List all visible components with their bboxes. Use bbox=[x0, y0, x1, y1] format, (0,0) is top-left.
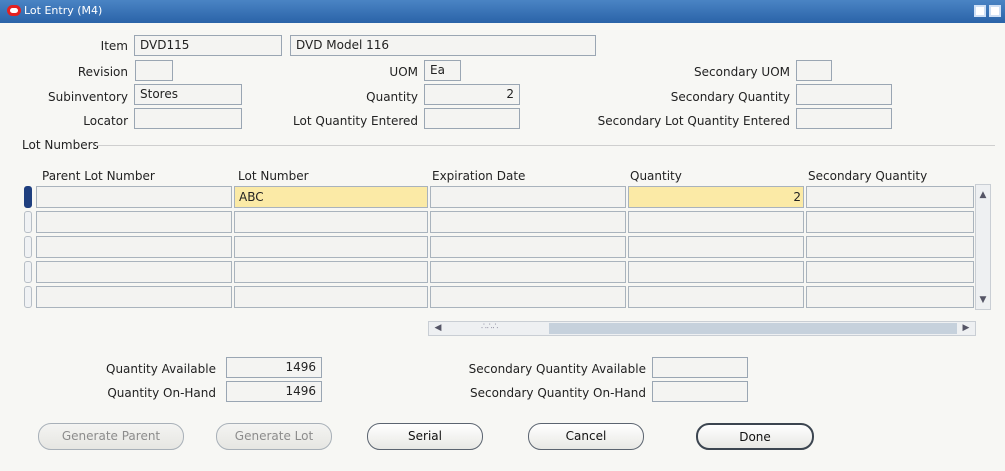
cancel-button[interactable]: Cancel bbox=[528, 423, 644, 450]
subinventory-field[interactable]: Stores bbox=[134, 84, 242, 105]
quantity-cell[interactable]: 2 bbox=[628, 186, 804, 208]
secondary-uom-label: Secondary UOM bbox=[694, 65, 790, 79]
maximize-icon[interactable] bbox=[989, 5, 1001, 17]
generate-lot-button[interactable]: Generate Lot bbox=[216, 423, 332, 450]
secondary-quantity-available-label: Secondary Quantity Available bbox=[468, 362, 646, 376]
quantity-available-field[interactable]: 1496 bbox=[226, 357, 322, 378]
window-title: Lot Entry (M4) bbox=[24, 4, 103, 17]
column-header-parent-lot: Parent Lot Number bbox=[42, 169, 155, 183]
expiration-date-cell[interactable] bbox=[430, 236, 626, 258]
scroll-right-icon[interactable]: ▶ bbox=[959, 322, 973, 335]
secondary-quantity-cell[interactable] bbox=[806, 211, 974, 233]
lot-quantity-entered-label: Lot Quantity Entered bbox=[293, 114, 418, 128]
done-button[interactable]: Done bbox=[696, 423, 814, 450]
quantity-cell[interactable] bbox=[628, 261, 804, 283]
quantity-available-label: Quantity Available bbox=[106, 362, 216, 376]
lot-number-cell[interactable]: ABC bbox=[234, 186, 428, 208]
oracle-logo-icon bbox=[7, 5, 21, 16]
item-field[interactable]: DVD115 bbox=[134, 35, 282, 56]
quantity-cell[interactable] bbox=[628, 286, 804, 308]
minimize-icon[interactable] bbox=[974, 5, 986, 17]
vertical-scrollbar[interactable]: ▲ ▼ bbox=[975, 184, 991, 310]
lot-numbers-section-label: Lot Numbers bbox=[22, 138, 99, 152]
expiration-date-cell[interactable] bbox=[430, 261, 626, 283]
secondary-uom-field[interactable] bbox=[796, 60, 832, 81]
quantity-onhand-field[interactable]: 1496 bbox=[226, 381, 322, 402]
column-header-expiration-date: Expiration Date bbox=[432, 169, 526, 183]
scroll-grip-icon: ∴∴∴ bbox=[481, 322, 499, 332]
expiration-date-cell[interactable] bbox=[430, 286, 626, 308]
item-label: Item bbox=[100, 39, 128, 53]
serial-button[interactable]: Serial bbox=[367, 423, 483, 450]
lot-number-cell[interactable] bbox=[234, 286, 428, 308]
revision-label: Revision bbox=[77, 65, 128, 79]
scroll-down-icon[interactable]: ▼ bbox=[977, 294, 989, 306]
subinventory-label: Subinventory bbox=[48, 90, 128, 104]
parent-lot-number-cell[interactable] bbox=[36, 186, 232, 208]
quantity-onhand-label: Quantity On-Hand bbox=[107, 386, 216, 400]
item-description-field[interactable]: DVD Model 116 bbox=[290, 35, 596, 56]
section-divider bbox=[96, 145, 995, 146]
column-header-lot-number: Lot Number bbox=[238, 169, 309, 183]
locator-field[interactable] bbox=[134, 108, 242, 129]
scroll-left-icon[interactable]: ◀ bbox=[431, 322, 445, 335]
lot-number-cell[interactable] bbox=[234, 261, 428, 283]
scroll-thumb[interactable] bbox=[549, 323, 957, 334]
secondary-lot-quantity-entered-field[interactable] bbox=[796, 108, 892, 129]
generate-parent-button[interactable]: Generate Parent bbox=[38, 423, 184, 450]
secondary-lot-quantity-entered-label: Secondary Lot Quantity Entered bbox=[597, 114, 790, 128]
secondary-quantity-cell[interactable] bbox=[806, 286, 974, 308]
quantity-cell[interactable] bbox=[628, 211, 804, 233]
row-indicator[interactable] bbox=[24, 186, 32, 208]
column-header-quantity: Quantity bbox=[630, 169, 682, 183]
quantity-label: Quantity bbox=[366, 90, 418, 104]
secondary-quantity-label: Secondary Quantity bbox=[670, 90, 790, 104]
parent-lot-number-cell[interactable] bbox=[36, 286, 232, 308]
uom-field[interactable]: Ea bbox=[424, 60, 461, 81]
row-indicator[interactable] bbox=[24, 211, 32, 233]
revision-field[interactable] bbox=[135, 60, 173, 81]
expiration-date-cell[interactable] bbox=[430, 186, 626, 208]
lot-number-cell[interactable] bbox=[234, 211, 428, 233]
column-header-secondary-quantity: Secondary Quantity bbox=[808, 169, 928, 183]
parent-lot-number-cell[interactable] bbox=[36, 211, 232, 233]
secondary-quantity-onhand-label: Secondary Quantity On-Hand bbox=[469, 386, 646, 400]
quantity-field[interactable]: 2 bbox=[424, 84, 520, 105]
uom-label: UOM bbox=[389, 65, 418, 79]
row-indicator[interactable] bbox=[24, 236, 32, 258]
secondary-quantity-available-field[interactable] bbox=[652, 357, 748, 378]
lot-number-cell[interactable] bbox=[234, 236, 428, 258]
parent-lot-number-cell[interactable] bbox=[36, 236, 232, 258]
window-titlebar: Lot Entry (M4) bbox=[0, 0, 1005, 23]
lot-quantity-entered-field[interactable] bbox=[424, 108, 520, 129]
secondary-quantity-field[interactable] bbox=[796, 84, 892, 105]
horizontal-scrollbar[interactable]: ◀ ∴∴∴ ▶ bbox=[428, 321, 976, 336]
row-indicator[interactable] bbox=[24, 286, 32, 308]
parent-lot-number-cell[interactable] bbox=[36, 261, 232, 283]
secondary-quantity-onhand-field[interactable] bbox=[652, 381, 748, 402]
secondary-quantity-cell[interactable] bbox=[806, 236, 974, 258]
row-indicator[interactable] bbox=[24, 261, 32, 283]
scroll-up-icon[interactable]: ▲ bbox=[977, 189, 989, 201]
expiration-date-cell[interactable] bbox=[430, 211, 626, 233]
quantity-cell[interactable] bbox=[628, 236, 804, 258]
secondary-quantity-cell[interactable] bbox=[806, 186, 974, 208]
locator-label: Locator bbox=[83, 114, 128, 128]
secondary-quantity-cell[interactable] bbox=[806, 261, 974, 283]
